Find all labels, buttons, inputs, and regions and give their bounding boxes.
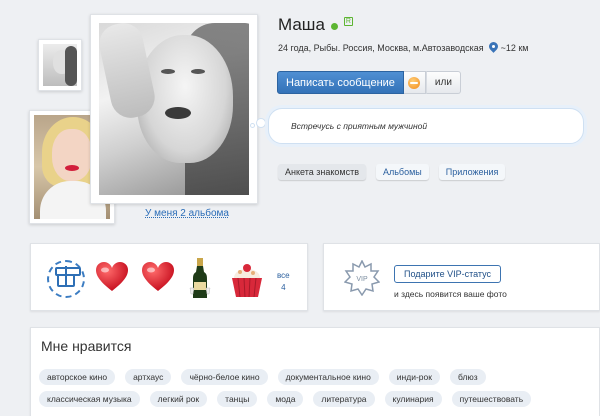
vip-star-icon: VIP (344, 260, 380, 296)
cupcake-gift-icon[interactable] (228, 258, 266, 298)
interest-tag[interactable]: литература (313, 391, 375, 407)
bubble-tail (250, 123, 255, 128)
albums-link[interactable]: У меня 2 альбома (145, 208, 229, 219)
likes-panel: Мне нравится авторское кино артхаус чёрн… (30, 327, 600, 416)
interest-tag[interactable]: артхаус (125, 369, 172, 385)
interest-tag[interactable]: легкий рок (149, 391, 208, 407)
or-button[interactable]: или (425, 71, 461, 94)
profile-header: Маша R (278, 15, 353, 35)
action-buttons: Написать сообщение или (277, 71, 461, 94)
tab-apps[interactable]: Приложения (438, 164, 506, 180)
location-pin-icon (489, 42, 498, 53)
vip-note: и здесь появится ваше фото (394, 289, 507, 299)
profile-name: Маша (278, 15, 325, 34)
send-gift-button[interactable] (403, 71, 426, 94)
vip-badge-text: VIP (356, 276, 368, 283)
heart-gift-icon[interactable] (141, 262, 175, 292)
tab-profile[interactable]: Анкета знакомств (278, 164, 366, 180)
interest-tag[interactable]: документальное кино (277, 369, 379, 385)
likes-tags: авторское кино артхаус чёрно-белое кино … (39, 369, 595, 407)
photo-image (43, 44, 77, 86)
profile-info: 24 года, Рыбы. Россия, Москва, м.Автозав… (278, 42, 529, 53)
all-gifts-count: 4 (281, 283, 286, 292)
interest-tag[interactable]: инди-рок (388, 369, 440, 385)
interest-tag[interactable]: танцы (217, 391, 258, 407)
interest-tag[interactable]: авторское кино (39, 369, 116, 385)
tab-albums[interactable]: Альбомы (375, 164, 429, 180)
profile-details: 24 года, Рыбы. Россия, Москва, м.Автозав… (278, 42, 484, 53)
write-message-button[interactable]: Написать сообщение (277, 71, 404, 94)
gift-vip-button[interactable]: Подарите VIP-статус (394, 265, 502, 283)
interest-tag[interactable]: кулинария (384, 391, 442, 407)
all-gifts-link[interactable]: все 4 (277, 270, 290, 294)
profile-distance: ~12 км (500, 42, 529, 53)
status-text: Встречусь с приятным мужчиной (291, 121, 428, 131)
interest-tag[interactable]: мода (267, 391, 304, 407)
verified-badge-icon: R (343, 16, 353, 26)
photo-image (99, 23, 249, 195)
interest-tag[interactable]: классическая музыка (39, 391, 140, 407)
interest-tag[interactable]: чёрно-белое кино (181, 369, 268, 385)
photo-thumbnail-small[interactable] (38, 39, 82, 91)
gifts-panel: все 4 (30, 243, 308, 311)
interest-tag[interactable]: путешествовать (451, 391, 532, 407)
all-gifts-label: все (277, 271, 290, 280)
profile-tabs: Анкета знакомств Альбомы Приложения (278, 164, 506, 180)
gift-box-icon (55, 266, 81, 287)
vip-panel: VIP Подарите VIP-статус и здесь появится… (323, 243, 600, 311)
bubble-tail (256, 118, 266, 128)
champagne-gift-icon[interactable] (189, 258, 211, 300)
online-status-icon (330, 23, 338, 30)
likes-title: Мне нравится (41, 338, 132, 354)
status-bubble: Встречусь с приятным мужчиной (268, 108, 584, 144)
smile-gift-icon (408, 76, 421, 89)
main-profile-photo[interactable] (90, 14, 258, 204)
heart-gift-icon[interactable] (95, 262, 129, 292)
interest-tag[interactable]: блюз (449, 369, 486, 385)
add-gift-button[interactable] (47, 260, 85, 298)
